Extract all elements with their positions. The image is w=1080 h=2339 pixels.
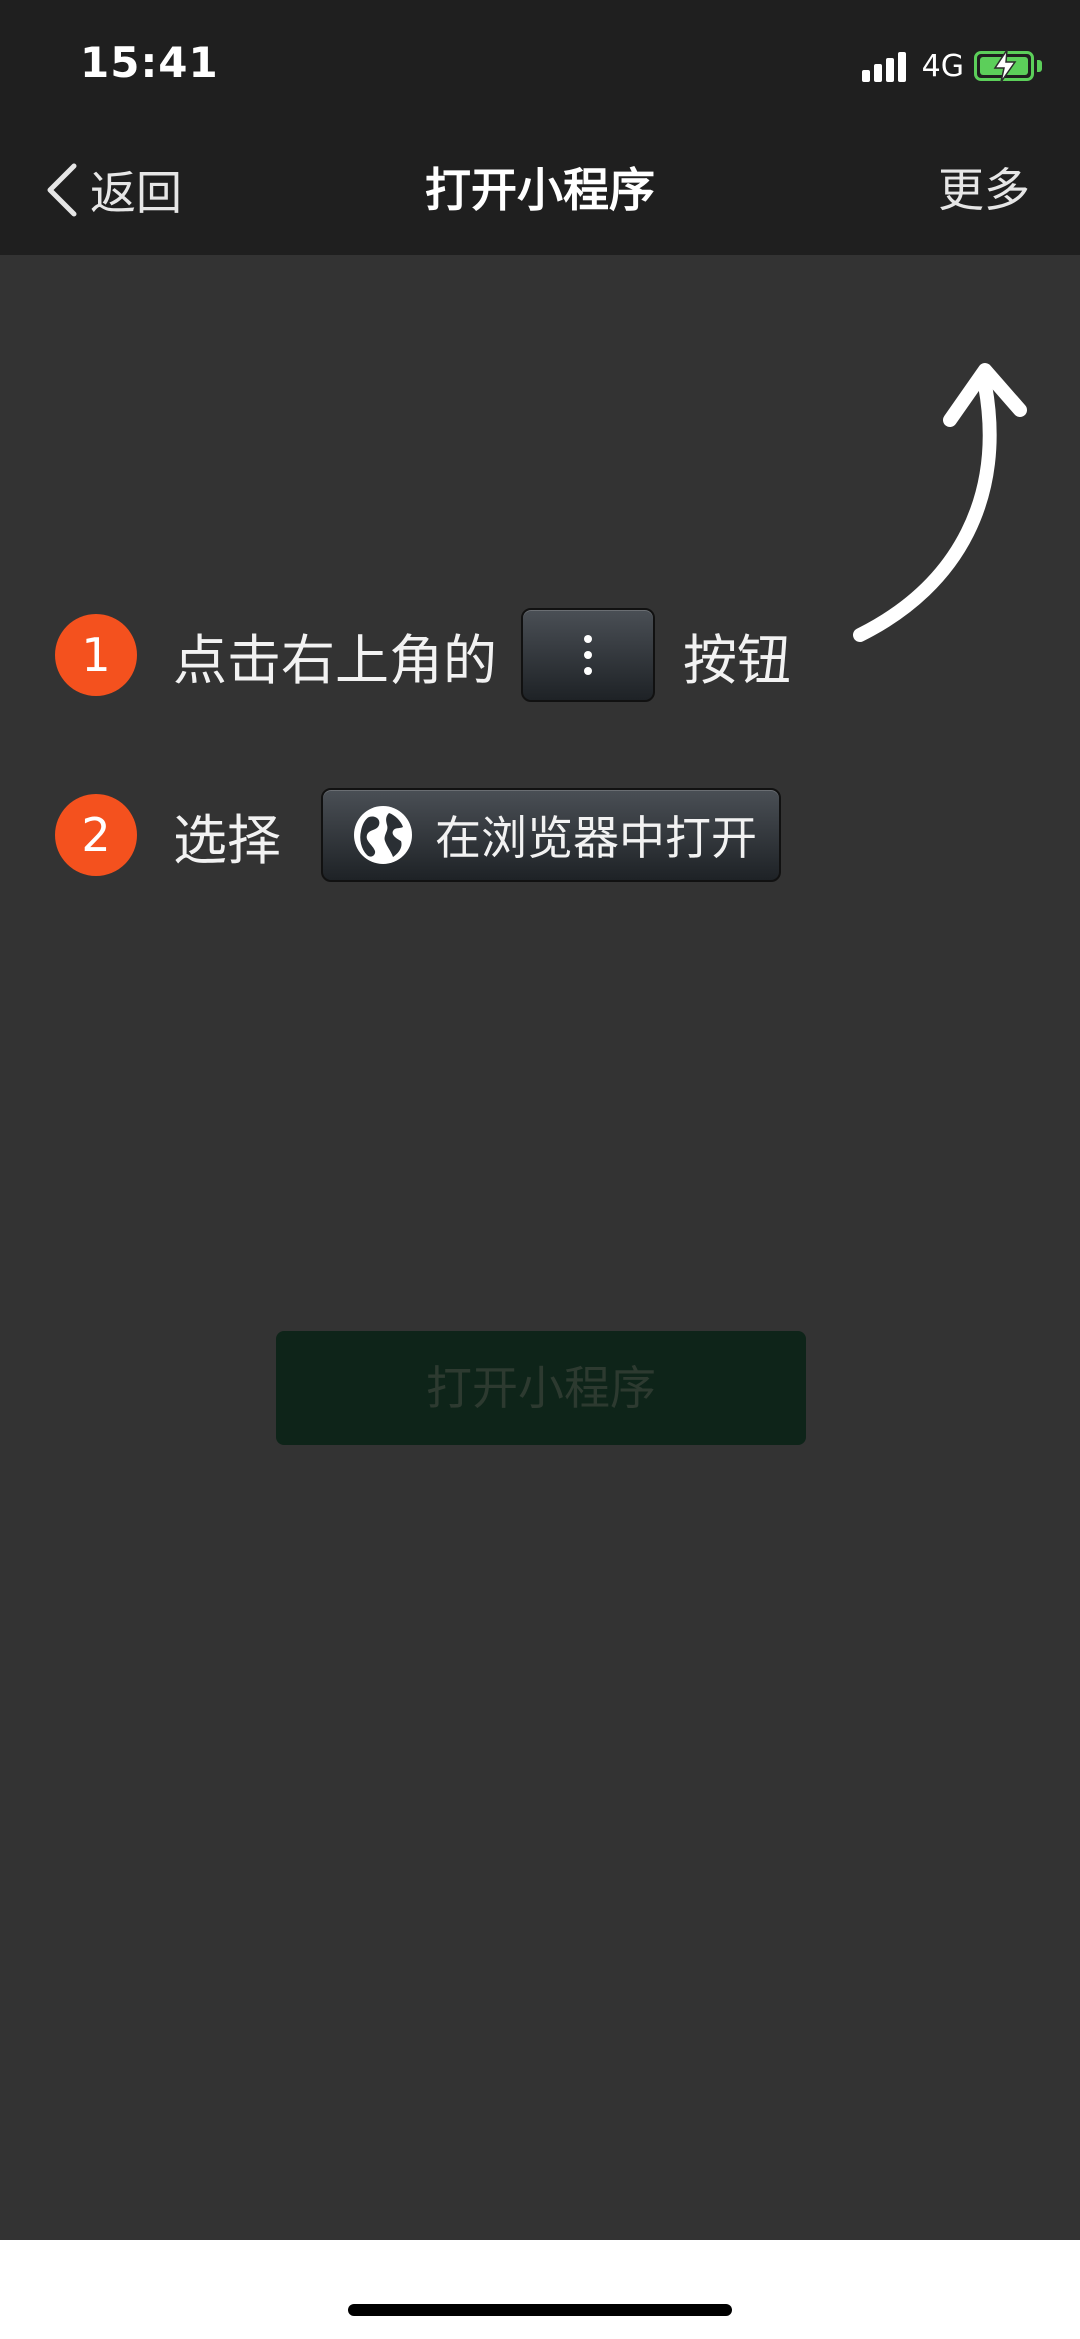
more-button[interactable]: 更多	[938, 160, 1030, 220]
step-text: 选择	[173, 808, 281, 872]
screen: 15:41 4G 返回 打开小程序 更多 1 点击右上角的 按钮 2 选择 在浏…	[0, 0, 1080, 2339]
open-in-browser-label: 在浏览器中打开	[435, 811, 757, 865]
step-number-badge: 2	[55, 794, 137, 876]
curved-arrow-icon	[853, 363, 1027, 642]
page-title: 打开小程序	[425, 163, 655, 217]
home-area	[0, 2240, 1080, 2339]
open-in-browser-illustration: 在浏览器中打开	[321, 788, 781, 882]
globe-icon	[354, 806, 412, 864]
more-dots-icon	[521, 608, 655, 702]
step-1: 1 点击右上角的 按钮	[55, 605, 791, 705]
status-time: 15:41	[80, 38, 219, 87]
status-indicators: 4G	[861, 46, 1042, 86]
step-after-text: 按钮	[683, 628, 791, 692]
guide-overlay: 1 点击右上角的 按钮 2 选择 在浏览器中打开 打开小程序	[0, 255, 1080, 2240]
network-type: 4G	[921, 48, 964, 84]
signal-icon	[861, 50, 910, 82]
battery-nub	[1037, 60, 1042, 72]
open-miniprogram-button[interactable]: 打开小程序	[276, 1331, 806, 1445]
step-text: 点击右上角的	[173, 628, 497, 692]
step-number-badge: 1	[55, 614, 137, 696]
home-indicator[interactable]	[348, 2304, 732, 2316]
battery-icon	[974, 50, 1034, 82]
top-bar: 15:41 4G 返回 打开小程序 更多	[0, 0, 1080, 255]
step-2: 2 选择 在浏览器中打开	[55, 785, 781, 885]
